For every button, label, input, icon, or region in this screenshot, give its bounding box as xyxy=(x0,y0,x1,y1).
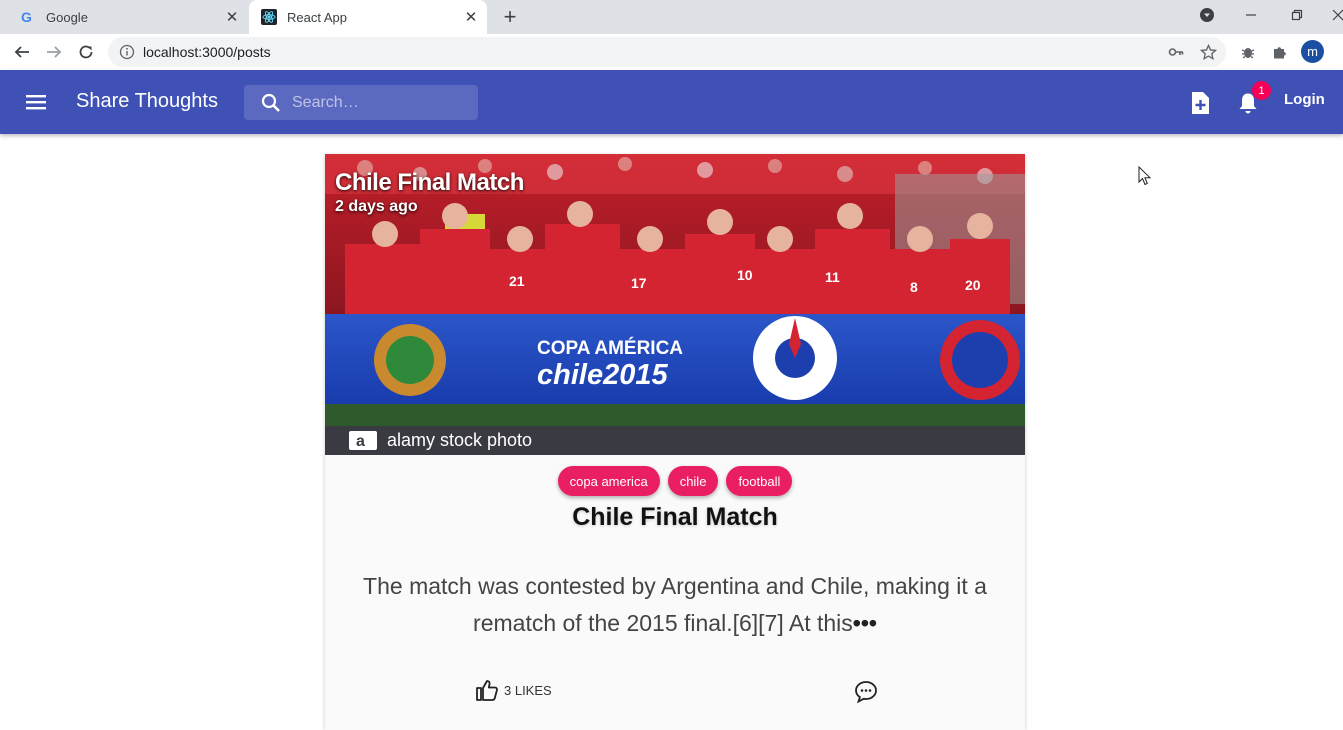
svg-text:10: 10 xyxy=(737,267,753,283)
like-button[interactable]: 3 LIKES xyxy=(475,679,552,701)
browser-toolbar: localhost:3000/posts m xyxy=(0,34,1343,70)
profile-menu-icon[interactable] xyxy=(1187,0,1227,30)
browser-tab-react-app[interactable]: React App ✕ xyxy=(249,0,487,34)
svg-text:21: 21 xyxy=(509,273,525,289)
svg-text:11: 11 xyxy=(825,269,840,285)
browser-tab-title: Google xyxy=(46,9,88,25)
post-body-text: The match was contested by Argentina and… xyxy=(363,573,987,636)
extensions-puzzle-icon[interactable] xyxy=(1269,41,1291,63)
svg-text:8: 8 xyxy=(910,279,918,295)
google-icon: G xyxy=(20,9,36,25)
banner-text-line1: COPA AMÉRICA xyxy=(537,337,683,359)
post-image[interactable]: 21 17 10 11 8 20 COPA AMÉRICA chile2015 a al… xyxy=(325,154,1025,455)
login-button[interactable]: Login xyxy=(1284,91,1325,108)
forward-icon[interactable] xyxy=(42,40,66,64)
thumb-up-icon xyxy=(476,680,498,701)
site-info-icon[interactable] xyxy=(119,44,135,60)
menu-icon[interactable] xyxy=(22,92,50,112)
post-title: Chile Final Match xyxy=(572,503,778,531)
browser-tab-strip: G Google ✕ React App ✕ + xyxy=(0,0,1343,34)
svg-text:17: 17 xyxy=(631,275,647,291)
post-card: 21 17 10 11 8 20 COPA AMÉRICA chile2015 a al… xyxy=(325,154,1025,730)
key-icon[interactable] xyxy=(1165,41,1187,63)
new-tab-button[interactable]: + xyxy=(498,4,522,29)
close-tab-icon[interactable]: ✕ xyxy=(461,7,481,27)
browser-tab-google[interactable]: G Google ✕ xyxy=(8,0,248,34)
search-box[interactable] xyxy=(244,85,478,120)
address-bar[interactable]: localhost:3000/posts xyxy=(108,37,1226,67)
post-actions: 3 LIKES xyxy=(325,674,1025,712)
app-title[interactable]: Share Thoughts xyxy=(76,90,218,113)
image-overlay-time: 2 days ago xyxy=(335,198,418,215)
extension-bug-icon[interactable] xyxy=(1237,41,1259,63)
app-bar: Share Thoughts 1 Login xyxy=(0,70,1343,134)
url-text: localhost:3000/posts xyxy=(143,44,271,60)
svg-text:20: 20 xyxy=(965,277,981,293)
browser-tab-title: React App xyxy=(287,9,347,25)
create-post-icon[interactable] xyxy=(1187,90,1213,116)
bookmark-star-icon[interactable] xyxy=(1197,41,1219,63)
read-more-ellipsis[interactable]: ••• xyxy=(853,610,877,636)
watermark-text: alamy stock photo xyxy=(387,430,532,450)
reload-icon[interactable] xyxy=(74,40,98,64)
close-window-icon[interactable] xyxy=(1318,0,1343,30)
profile-avatar[interactable]: m xyxy=(1301,40,1324,63)
tag-chip[interactable]: football xyxy=(726,466,793,496)
post-body: The match was contested by Argentina and… xyxy=(335,568,1015,642)
image-overlay-title: Chile Final Match xyxy=(335,169,524,196)
svg-text:G: G xyxy=(21,9,32,25)
watermark-logo: a xyxy=(356,433,365,450)
close-tab-icon[interactable]: ✕ xyxy=(222,7,242,27)
restore-icon[interactable] xyxy=(1277,0,1317,30)
tag-chip[interactable]: chile xyxy=(667,466,719,496)
react-icon xyxy=(261,9,277,25)
likes-count: 3 LIKES xyxy=(504,682,552,698)
tag-chip[interactable]: copa america xyxy=(557,466,660,496)
comment-icon[interactable] xyxy=(853,679,879,705)
tag-list: copa america chile football xyxy=(325,466,1025,496)
notification-badge: 1 xyxy=(1252,81,1271,100)
minimize-icon[interactable] xyxy=(1231,0,1271,30)
back-icon[interactable] xyxy=(10,40,34,64)
banner-text-line2: chile2015 xyxy=(537,359,668,391)
search-input[interactable] xyxy=(292,93,462,112)
mouse-cursor-icon xyxy=(1138,165,1152,186)
search-icon xyxy=(260,92,282,114)
